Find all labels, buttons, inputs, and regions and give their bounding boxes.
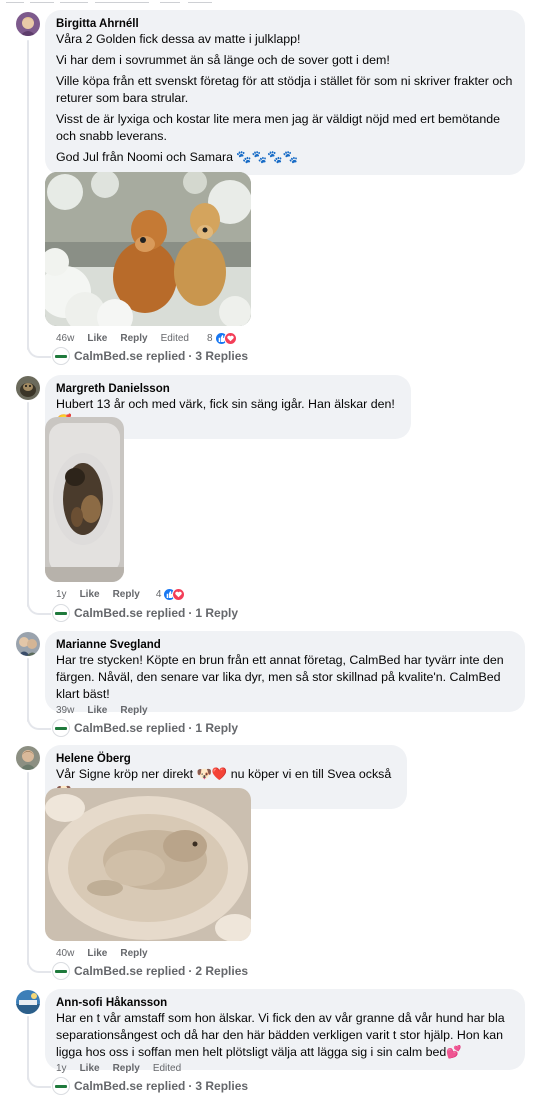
replied-by-text: CalmBed.se replied [74,349,186,363]
view-replies-link[interactable]: CalmBed.se replied · 1 Reply [52,604,239,622]
thread-connector [27,716,51,730]
top-divider [0,0,547,6]
comment-text: Ville köpa från ett svenskt företag för … [56,74,513,105]
comment-bubble: Ann-sofi Håkansson Har en t vår amstaff … [45,989,525,1070]
reaction-count[interactable]: 4 [155,587,186,601]
avatar-helene-icon [16,746,40,770]
comment-timestamp[interactable]: 1y [56,1063,67,1074]
thread-connector [27,344,51,358]
comment-text: Har en t vår amstaff som hon älskar. Vi … [56,1011,505,1059]
reaction-count[interactable]: 8 [206,331,237,345]
avatar-margreth-icon [16,376,40,400]
comment-timestamp[interactable]: 40w [56,948,74,959]
reply-button[interactable]: Reply [113,589,140,600]
replies-count: 1 Reply [195,721,239,735]
like-button[interactable]: Like [80,1063,100,1074]
edited-label: Edited [152,1062,182,1074]
photo-dog-sleeping-icon [45,417,124,582]
like-button[interactable]: Like [87,705,107,716]
view-replies-link[interactable]: CalmBed.se replied · 3 Replies [52,347,249,365]
reaction-number: 4 [155,588,162,600]
comment-timestamp[interactable]: 39w [56,705,74,716]
replies-count: 1 Reply [195,606,239,620]
edited-label: Edited [160,332,189,344]
photo-fluffy-dog-bed-icon [45,788,251,941]
replied-by-text: CalmBed.se replied [74,721,186,735]
replies-count: 3 Replies [195,349,249,363]
thread-connector [27,959,51,973]
thread-connector [27,601,51,615]
comment-photo[interactable] [45,788,251,941]
thread-line [27,40,29,350]
comment-photo[interactable] [45,172,251,326]
calmbed-logo-icon [52,962,70,980]
avatar[interactable] [16,376,40,400]
avatar-birgitta-icon [16,12,40,36]
comment-text: God Jul från Noomi och Samara 🐾🐾🐾🐾 [56,150,299,164]
comment-actions: 39w Like Reply [56,703,161,717]
comment-text: Visst de är lyxiga och kostar lite mera … [56,112,500,143]
comment-text: Våra 2 Golden fick dessa av matte i julk… [56,32,301,46]
replied-by-text: CalmBed.se replied [74,964,186,978]
replies-count: 2 Replies [195,964,249,978]
like-button[interactable]: Like [87,333,107,344]
reply-button[interactable]: Reply [120,948,147,959]
thread-connector [27,1074,51,1088]
separator-dot: · [188,349,193,363]
love-reaction-icon [223,331,237,345]
view-replies-link[interactable]: CalmBed.se replied · 2 Replies [52,962,249,980]
comment-actions: 40w Like Reply [56,946,161,960]
separator-dot: · [188,721,193,735]
reaction-number: 8 [206,332,213,344]
thread-line [27,402,29,607]
calmbed-logo-icon [52,347,70,365]
comment-author[interactable]: Marianne Svegland [56,638,514,652]
replied-by-text: CalmBed.se replied [74,606,186,620]
like-button[interactable]: Like [80,589,100,600]
replies-count: 3 Replies [195,1079,249,1093]
reply-button[interactable]: Reply [120,333,147,344]
comment-timestamp[interactable]: 1y [56,589,67,600]
comment-actions: 46w Like Reply Edited 8 [56,331,237,345]
like-button[interactable]: Like [87,948,107,959]
comment-text: Har tre stycken! Köpte en brun från ett … [56,653,504,701]
separator-dot: · [188,964,193,978]
avatar-marianne-icon [16,632,40,656]
calmbed-logo-icon [52,719,70,737]
comment-photo[interactable] [45,417,124,582]
comment-bubble: Marianne Svegland Har tre stycken! Köpte… [45,631,525,712]
reply-button[interactable]: Reply [113,1063,140,1074]
comment-actions: 1y Like Reply Edited [56,1061,194,1075]
avatar[interactable] [16,990,40,1014]
thread-line [27,1016,29,1080]
comment-bubble: Birgitta Ahrnéll Våra 2 Golden fick dess… [45,10,525,175]
comment-timestamp[interactable]: 46w [56,333,74,344]
reply-button[interactable]: Reply [120,705,147,716]
comment-author[interactable]: Helene Öberg [56,752,396,766]
separator-dot: · [188,1079,193,1093]
avatar[interactable] [16,746,40,770]
view-replies-link[interactable]: CalmBed.se replied · 3 Replies [52,1077,249,1095]
avatar-ann-sofi-icon [16,990,40,1014]
avatar[interactable] [16,12,40,36]
avatar[interactable] [16,632,40,656]
comment-author[interactable]: Birgitta Ahrnéll [56,17,514,31]
thread-line [27,658,29,722]
comment-author[interactable]: Ann-sofi Håkansson [56,996,514,1010]
view-replies-link[interactable]: CalmBed.se replied · 1 Reply [52,719,239,737]
love-reaction-icon [172,587,186,601]
calmbed-logo-icon [52,604,70,622]
comment-author[interactable]: Margreth Danielsson [56,382,400,396]
calmbed-logo-icon [52,1077,70,1095]
replied-by-text: CalmBed.se replied [74,1079,186,1093]
separator-dot: · [188,606,193,620]
comment-actions: 1y Like Reply 4 [56,587,186,601]
photo-golden-retrievers-icon [45,172,251,326]
thread-line [27,772,29,965]
comment-text: Vi har dem i sovrummet än så länge och d… [56,53,390,67]
